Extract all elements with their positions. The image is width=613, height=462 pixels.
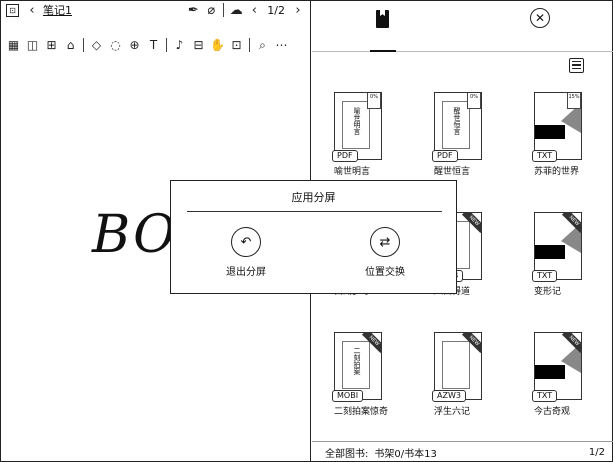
library-tabs: ✕ [312,0,613,52]
select-icon[interactable]: ◇ [87,35,106,55]
exit-split-label: 退出分屏 [226,267,266,278]
split-screen-dialog: 应用分屏 ↶ 退出分屏 ⇄ 位置交换 [170,180,457,294]
insert-page-icon[interactable]: ⊡ [227,35,246,55]
page-add-icon[interactable]: ⊞ [42,35,61,55]
book-title: 苏菲的世界 [534,167,580,177]
cover-art [535,125,565,139]
lasso-icon[interactable]: ◌ [106,35,125,55]
new-ribbon: NEW [561,213,581,234]
swap-arrows-icon[interactable]: ⇄ [370,227,400,257]
progress-badge: 0% [467,93,481,109]
shape-icon[interactable]: ⌂ [61,35,80,55]
exit-split-button[interactable]: ↶ 退出分屏 [211,227,281,278]
split-screen-icon[interactable]: ⊡ [6,3,19,17]
note-title[interactable]: 笔记1 [43,2,72,18]
format-badge: TXT [532,390,558,402]
more-icon[interactable]: ⋯ [272,35,291,55]
format-badge: PDF [432,150,458,162]
page-indicator: 1/2 [267,3,285,17]
cover-frame [442,341,470,389]
book-title: 浮生六记 [434,407,471,417]
cover-text: 喻世明言 [353,107,361,135]
footer-page: 1/2 [588,446,605,458]
note-toolbar: ▦ ◫ ⊞ ⌂ ◇ ◌ ⊕ T ♪ ⊟ ✋ ⊡ ⌕ ⋯ [0,34,311,56]
progress-badge: 15% [567,93,581,109]
ocr-icon[interactable]: ⊟ [189,35,208,55]
book-title: 变形记 [534,287,562,297]
layers-icon[interactable]: ◫ [23,35,42,55]
prev-page-icon[interactable]: ‹ [245,1,263,19]
back-chevron-icon[interactable]: ‹ [23,1,41,19]
format-badge: MOBI [332,390,364,402]
cover-art [535,245,565,259]
dialog-divider [187,211,442,212]
format-badge: AZW3 [432,390,466,402]
zoom-icon[interactable]: ⊕ [125,35,144,55]
eraser-icon[interactable]: ⌀ [202,1,220,19]
book-title: 喻世明言 [334,167,371,177]
divider [83,38,84,52]
footer-path: 书架0/书本13 [374,448,437,460]
progress-badge: 0% [367,93,381,109]
format-badge: TXT [532,150,558,162]
format-badge: PDF [332,150,358,162]
grid-icon[interactable]: ▦ [4,35,23,55]
swap-position-button[interactable]: ⇄ 位置交换 [350,227,420,278]
text-icon[interactable]: T [144,35,163,55]
new-ribbon: NEW [561,333,581,354]
dialog-title: 应用分屏 [291,191,336,204]
cover-text: 醒世恒言 [453,107,461,135]
format-badge: TXT [532,270,558,282]
divider [166,38,167,52]
cover-art [535,365,565,379]
sort-list-icon[interactable] [569,58,584,73]
swap-position-label: 位置交换 [365,267,405,278]
divider [249,38,250,52]
next-page-icon[interactable]: › [289,1,307,19]
book-icon[interactable] [376,10,389,28]
apps-icon[interactable]: ✕ [530,8,550,28]
audio-icon[interactable]: ♪ [170,35,189,55]
library-footer: 全部图书: 书架0/书本13 1/2 [312,441,613,462]
search-icon[interactable]: ⌕ [253,35,272,55]
cover-text: 二刻拍案 [353,347,361,375]
divider [223,3,225,17]
hand-icon[interactable]: ✋ [208,35,227,55]
book-title: 醒世恒言 [434,167,471,177]
undo-arrow-icon[interactable]: ↶ [231,227,261,257]
pen-icon[interactable]: ✒ [184,1,202,19]
active-tab-indicator [370,50,396,52]
book-title: 今古奇观 [534,407,571,417]
book-title: 二刻拍案惊奇 [334,407,389,417]
footer-label: 全部图书: [325,448,369,460]
cloud-upload-icon[interactable]: ☁ [227,1,245,19]
note-title-bar: ⊡ ‹ 笔记1 ✒ ⌀ ☁ ‹ 1/2 › [0,0,311,20]
